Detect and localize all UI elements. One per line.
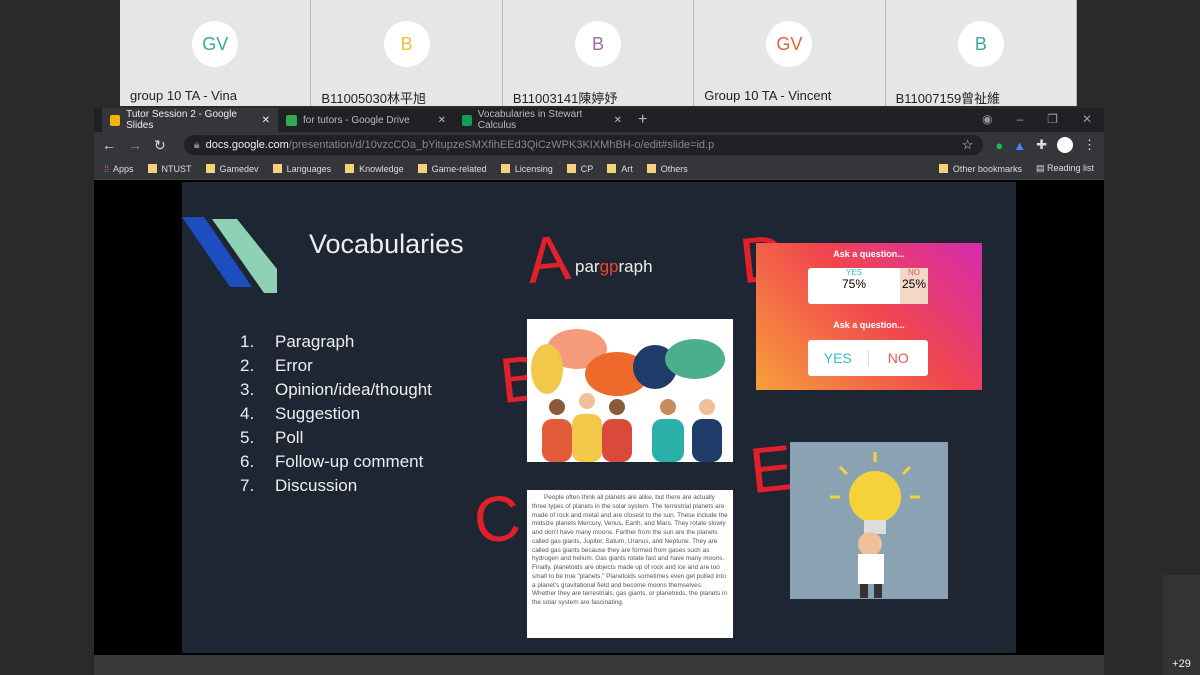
bookmark-art[interactable]: Art [607, 163, 633, 174]
close-tab-icon[interactable]: ✕ [614, 115, 622, 126]
people-speech-bubbles-image [527, 319, 733, 462]
bookmark-languages[interactable]: Languages [272, 163, 331, 174]
avatar: GV [192, 21, 239, 67]
folder-icon [938, 163, 948, 173]
drive-extension-icon[interactable]: ▲ [1013, 138, 1026, 153]
participant-tile[interactable]: B B11003141陳婷妤 [502, 0, 695, 106]
reload-button[interactable]: ↻ [154, 137, 166, 154]
lock-icon: 🔒︎ [193, 138, 200, 151]
participant-name: B11005030林平旭 [321, 91, 426, 106]
participant-tile[interactable]: B B11007159曾祉維 [885, 0, 1078, 106]
bookmark-knowledge[interactable]: Knowledge [345, 163, 404, 174]
new-tab-button[interactable]: + [638, 111, 647, 129]
more-participants-button[interactable]: +29 [1163, 575, 1200, 675]
avatar: GV [766, 21, 813, 67]
reading-list-icon: ▤ [1035, 163, 1047, 173]
participant-tile[interactable]: GV group 10 TA - Vina [120, 0, 312, 106]
url-input[interactable]: 🔒︎ docs.google.com/presentation/d/10vzcC… [183, 135, 984, 155]
avatar: B [383, 21, 430, 67]
participant-name: Group 10 TA - Vincent [704, 88, 832, 103]
folder-icon [646, 163, 656, 173]
forward-button[interactable]: → [128, 137, 142, 153]
bookmark-game-related[interactable]: Game-related [417, 163, 487, 174]
folder-icon [345, 163, 355, 173]
minimize-button[interactable]: – [1016, 112, 1023, 126]
slide-logo-shape [182, 217, 277, 293]
folder-icon [566, 163, 576, 173]
apps-grid-icon: ⁞⁞ [104, 163, 110, 174]
bookmark-apps[interactable]: ⁞⁞ Apps [104, 164, 134, 174]
slide: Vocabularies 1. Paragraph 2. Error 3. Opinion… [182, 182, 1016, 653]
reading-list[interactable]: ▤ Reading list [1036, 163, 1094, 174]
sheets-icon [462, 114, 472, 126]
browser-tab[interactable]: Vocabularies in Stewart Calculus ✕ [454, 108, 630, 132]
slide-title: Vocabularies [309, 229, 464, 259]
browser-window: Tutor Session 2 - Google Slides ✕ for tuto… [94, 108, 1104, 655]
bookmark-licensing[interactable]: Licensing [500, 163, 553, 174]
close-tab-icon[interactable]: ✕ [262, 115, 270, 126]
address-bar-row: ← → ↻ 🔒︎ docs.google.com/presentation/d/… [94, 132, 1104, 158]
bookmark-cp[interactable]: CP [566, 163, 593, 174]
participant-strip: GV group 10 TA - Vina B B11005030林平旭 B B11003… [120, 0, 1078, 106]
restore-button[interactable]: ❐ [1047, 112, 1058, 126]
folder-icon [500, 163, 510, 173]
misspelled-word: pargpraph [575, 257, 653, 276]
bookmarks-bar: ⁞⁞ Apps NTUST Gamedev Languages Knowledge Game… [94, 158, 1104, 180]
folder-icon [607, 163, 617, 173]
bookmark-gamedev[interactable]: Gamedev [205, 163, 259, 174]
annotation-a: A [523, 220, 574, 298]
lightbulb-idea-image [790, 442, 948, 599]
profile-menu-icon[interactable]: ◉ [982, 112, 992, 126]
list-item: 4. Suggestion [240, 404, 361, 423]
folder-icon [272, 163, 282, 173]
tab-bar: Tutor Session 2 - Google Slides ✕ for tuto… [94, 108, 1104, 132]
list-item: 3. Opinion/idea/thought [240, 380, 432, 399]
close-window-button[interactable]: ✕ [1082, 112, 1092, 126]
paragraph-text: People often think all planets are alike… [527, 490, 733, 638]
extensions-puzzle-icon[interactable]: ✚ [1036, 137, 1047, 153]
list-item: 6. Follow-up comment [240, 452, 424, 471]
extension-check-icon[interactable]: ● [995, 138, 1003, 153]
browser-tab[interactable]: Tutor Session 2 - Google Slides ✕ [102, 108, 278, 132]
folder-icon [147, 163, 157, 173]
slides-icon [110, 114, 121, 126]
close-tab-icon[interactable]: ✕ [438, 115, 446, 126]
other-bookmarks[interactable]: Other bookmarks [938, 163, 1022, 174]
back-button[interactable]: ← [102, 137, 116, 153]
annotation-e: E [746, 430, 797, 508]
participant-name: group 10 TA - Vina [130, 88, 237, 103]
list-item: 2. Error [240, 356, 313, 375]
avatar: B [957, 21, 1004, 67]
star-icon[interactable]: ☆ [962, 137, 974, 153]
bottom-bar [94, 655, 1104, 675]
participant-tile[interactable]: B B11005030林平旭 [311, 0, 503, 106]
browser-tab[interactable]: for tutors - Google Drive ✕ [278, 108, 454, 132]
participant-name: B11007159曾祉維 [895, 91, 1001, 106]
avatar[interactable] [1057, 137, 1073, 153]
annotation-c: C [470, 480, 524, 558]
poll-sticker-image: Ask a question... YES 75% NO 25% Ask a ques… [756, 243, 982, 390]
vocab-list: 1. Paragraph 2. Error 3. Opinion/idea/thought… [240, 332, 432, 500]
bookmark-others[interactable]: Others [646, 163, 688, 174]
menu-kebab-icon[interactable]: ⋮ [1083, 137, 1096, 153]
list-item: 1. Paragraph [240, 332, 355, 351]
list-item: 5. Poll [240, 428, 304, 447]
participant-name: B11003141陳婷妤 [512, 91, 618, 106]
folder-icon [205, 163, 215, 173]
folder-icon [417, 163, 427, 173]
slide-viewer: Vocabularies 1. Paragraph 2. Error 3. Opinion… [94, 182, 1104, 653]
bookmark-ntust[interactable]: NTUST [147, 163, 192, 174]
list-item: 7. Discussion [240, 476, 358, 495]
drive-icon [286, 114, 297, 126]
participant-tile[interactable]: GV Group 10 TA - Vincent [694, 0, 886, 106]
avatar: B [575, 21, 622, 67]
